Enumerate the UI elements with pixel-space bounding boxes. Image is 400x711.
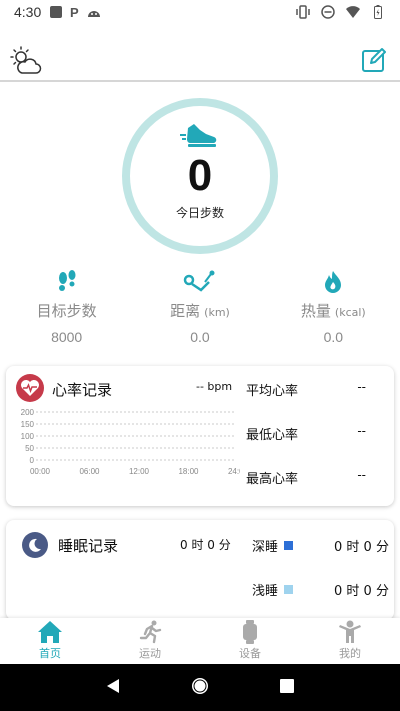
heart-rate-chart: 200 150 100 50 0 00:00 06:00 12:00 18:00 24:00 (21, 408, 240, 476)
recents-icon[interactable] (279, 678, 295, 698)
light-sleep-legend (284, 585, 294, 594)
max-heart-rate-value: -- (357, 468, 366, 482)
wifi-icon (346, 5, 360, 19)
chart-x-tick-label: 12:00 (129, 467, 150, 476)
moon-icon (22, 532, 48, 558)
steps-label: 今日步数 (175, 206, 224, 220)
heart-rate-card[interactable]: 心率记录 -- bpm 平均心率 -- 最低心率 -- 最高心率 -- 200 1… (6, 366, 394, 506)
chart-x-tick-label: 24:00 (228, 467, 240, 476)
running-icon (137, 620, 163, 644)
nav-device-label: 设备 (239, 647, 261, 660)
chart-y-tick-label: 150 (21, 420, 35, 429)
step-ring: 0 今日步数 (122, 98, 278, 254)
home-circle-icon[interactable] (190, 676, 210, 700)
chart-x-tick-label: 06:00 (79, 467, 100, 476)
max-heart-rate-row: 最高心率 -- (246, 468, 376, 487)
sleep-card[interactable]: 睡眠记录 0 时 0 分 深睡 0 时 0 分 浅睡 0 时 0 分 (6, 520, 394, 620)
stat-label: 目标步数 (36, 302, 97, 320)
nav-sport[interactable]: 运动 (100, 618, 200, 664)
stat-value: 0.0 (323, 329, 344, 345)
p-notification-icon: P (68, 5, 82, 19)
max-heart-rate-label: 最高心率 (246, 472, 299, 487)
flame-icon (320, 270, 346, 294)
watch-icon (237, 620, 263, 644)
stat-label: 热量 (300, 302, 331, 320)
stats-row: 目标步数 8000 距离 (km) 0.0 热量 (kcal) 0.0 (0, 270, 400, 350)
status-time: 4:30 (14, 4, 42, 20)
stat-calories[interactable]: 热量 (kcal) 0.0 (267, 270, 400, 350)
stat-value: 8000 (51, 329, 83, 345)
deep-sleep-row: 深睡 0 时 0 分 (252, 536, 389, 555)
android-icon (87, 5, 101, 19)
weather-icon[interactable] (10, 46, 42, 76)
top-bar (0, 38, 400, 82)
steps-value: 0 (187, 151, 213, 200)
min-heart-rate-value: -- (357, 424, 366, 438)
nav-mine[interactable]: 我的 (300, 618, 400, 664)
stat-value: 0.0 (190, 329, 210, 345)
current-bpm: -- bpm (196, 380, 233, 393)
chart-x-tick-label: 18:00 (178, 467, 199, 476)
sleep-title: 睡眠记录 (58, 537, 119, 555)
chart-y-tick-label: 200 (21, 408, 35, 417)
stat-distance[interactable]: 距离 (km) 0.0 (133, 270, 266, 350)
min-heart-rate-label: 最低心率 (246, 428, 299, 443)
do-not-disturb-icon (321, 5, 335, 19)
light-sleep-label: 浅睡 (252, 584, 279, 599)
light-sleep-value: 0 时 0 分 (334, 584, 389, 599)
heart-rate-icon (16, 374, 44, 402)
deep-sleep-value: 0 时 0 分 (334, 540, 389, 555)
stat-unit: (km) (204, 306, 230, 319)
chart-y-tick-label: 0 (30, 456, 35, 465)
total-sleep: 0 时 0 分 (180, 538, 231, 552)
vibrate-icon (296, 5, 310, 19)
bottom-nav: 首页 运动 设备 我的 (0, 618, 400, 664)
min-heart-rate-row: 最低心率 -- (246, 424, 376, 443)
chart-y-tick-label: 50 (25, 444, 34, 453)
nav-home[interactable]: 首页 (0, 618, 100, 664)
back-icon[interactable] (105, 678, 121, 698)
person-icon (337, 620, 363, 644)
avg-heart-rate-value: -- (357, 380, 366, 394)
chart-x-tick-label: 00:00 (30, 467, 51, 476)
footprints-icon (54, 270, 80, 294)
battery-icon (371, 5, 385, 19)
deep-sleep-legend (284, 541, 294, 550)
avg-heart-rate-row: 平均心率 -- (246, 380, 376, 399)
deep-sleep-label: 深睡 (252, 540, 279, 555)
stat-target-steps[interactable]: 目标步数 8000 (0, 270, 133, 350)
shoe-icon (180, 122, 220, 152)
chart-y-tick-label: 100 (21, 432, 35, 441)
nav-mine-label: 我的 (339, 647, 361, 660)
notification-square-icon (49, 5, 63, 19)
avg-heart-rate-label: 平均心率 (246, 384, 299, 399)
nav-sport-label: 运动 (139, 647, 161, 660)
svg-text:P: P (70, 5, 79, 19)
light-sleep-row: 浅睡 0 时 0 分 (252, 580, 389, 599)
stat-unit: (kcal) (334, 306, 366, 319)
system-nav-bar (0, 664, 400, 711)
stat-label: 距离 (170, 302, 201, 320)
status-bar: 4:30 P (0, 0, 400, 24)
heart-rate-title: 心率记录 (52, 381, 113, 399)
home-icon (37, 620, 63, 644)
distance-icon (183, 270, 217, 294)
nav-home-label: 首页 (39, 647, 61, 660)
edit-icon[interactable] (360, 46, 388, 74)
nav-device[interactable]: 设备 (200, 618, 300, 664)
